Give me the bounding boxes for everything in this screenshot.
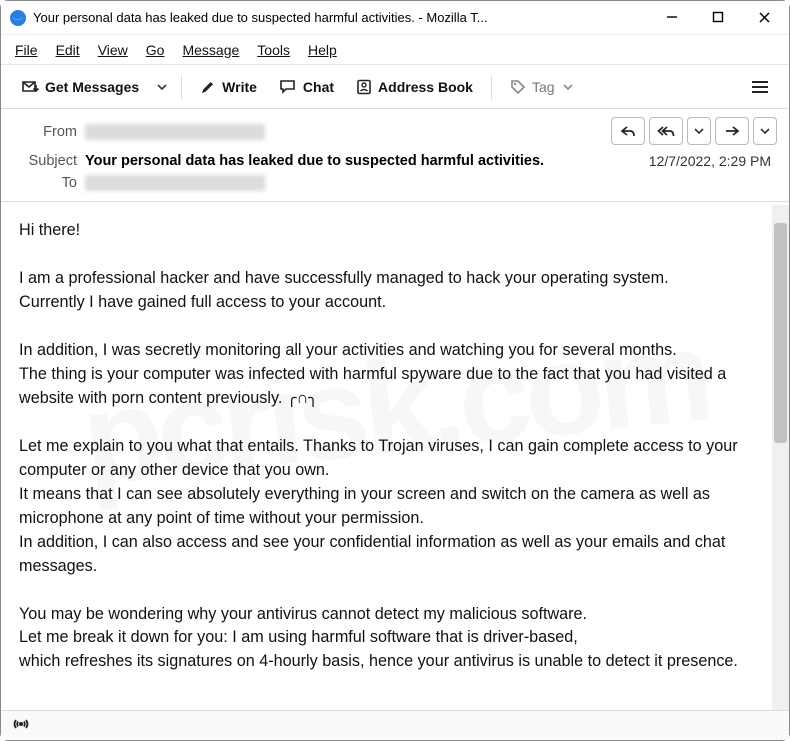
forward-icon bbox=[724, 124, 740, 138]
get-messages-icon bbox=[21, 79, 39, 95]
close-button[interactable] bbox=[741, 1, 787, 33]
menu-go[interactable]: Go bbox=[138, 38, 173, 62]
get-messages-label: Get Messages bbox=[45, 79, 139, 95]
scrollbar[interactable] bbox=[772, 205, 789, 710]
tag-icon bbox=[510, 79, 526, 95]
chevron-down-icon bbox=[563, 82, 573, 92]
from-value bbox=[85, 124, 603, 140]
toolbar: Get Messages Write Chat Address Book Tag bbox=[1, 65, 789, 109]
chat-icon bbox=[279, 79, 297, 95]
window-title: Your personal data has leaked due to sus… bbox=[33, 10, 649, 25]
message-body[interactable]: Hi there! I am a professional hacker and… bbox=[1, 205, 772, 710]
message-actions bbox=[611, 117, 777, 145]
status-bar bbox=[1, 710, 789, 740]
chevron-down-icon bbox=[760, 126, 770, 136]
maximize-button[interactable] bbox=[695, 1, 741, 33]
forward-button[interactable] bbox=[715, 117, 749, 145]
to-value bbox=[85, 175, 603, 191]
menu-tools[interactable]: Tools bbox=[249, 38, 298, 62]
app-menu-button[interactable] bbox=[741, 71, 779, 103]
window-controls bbox=[649, 2, 787, 33]
message-body-area: Hi there! I am a professional hacker and… bbox=[1, 205, 789, 710]
write-label: Write bbox=[222, 79, 257, 95]
window-titlebar: Your personal data has leaked due to sus… bbox=[1, 1, 789, 35]
write-button[interactable]: Write bbox=[190, 75, 267, 99]
redacted-from bbox=[85, 124, 265, 140]
more-actions-caret[interactable] bbox=[753, 117, 777, 145]
chat-label: Chat bbox=[303, 79, 334, 95]
menu-help[interactable]: Help bbox=[300, 38, 345, 62]
address-book-label: Address Book bbox=[378, 79, 473, 95]
chevron-down-icon bbox=[694, 126, 704, 136]
pencil-icon bbox=[200, 79, 216, 95]
reply-all-caret[interactable] bbox=[687, 117, 711, 145]
subject-value: Your personal data has leaked due to sus… bbox=[85, 153, 603, 169]
connection-status-icon[interactable] bbox=[11, 716, 31, 735]
menu-message[interactable]: Message bbox=[174, 38, 247, 62]
message-header: From Subject Your personal data has leak… bbox=[1, 109, 789, 202]
menu-bar: File Edit View Go Message Tools Help bbox=[1, 35, 789, 65]
address-book-button[interactable]: Address Book bbox=[346, 75, 483, 99]
tag-label: Tag bbox=[532, 79, 555, 95]
menu-file[interactable]: File bbox=[7, 38, 46, 62]
thunderbird-logo-icon bbox=[9, 9, 27, 27]
message-date: 12/7/2022, 2:29 PM bbox=[611, 153, 777, 169]
chevron-down-icon bbox=[157, 82, 167, 92]
get-messages-button[interactable]: Get Messages bbox=[11, 75, 149, 99]
tag-button[interactable]: Tag bbox=[500, 75, 583, 99]
toolbar-separator bbox=[181, 75, 182, 99]
minimize-button[interactable] bbox=[649, 1, 695, 33]
hamburger-icon bbox=[751, 80, 769, 94]
to-label: To bbox=[13, 175, 77, 191]
reply-button[interactable] bbox=[611, 117, 645, 145]
reply-all-button[interactable] bbox=[649, 117, 683, 145]
redacted-to bbox=[85, 175, 265, 191]
chat-button[interactable]: Chat bbox=[269, 75, 344, 99]
get-messages-caret[interactable] bbox=[151, 73, 173, 101]
scrollbar-thumb[interactable] bbox=[774, 223, 787, 443]
toolbar-separator-2 bbox=[491, 75, 492, 99]
menu-edit[interactable]: Edit bbox=[48, 38, 88, 62]
address-book-icon bbox=[356, 79, 372, 95]
subject-label: Subject bbox=[13, 153, 77, 169]
from-label: From bbox=[13, 124, 77, 140]
reply-icon bbox=[620, 124, 636, 138]
reply-all-icon bbox=[657, 124, 675, 138]
menu-view[interactable]: View bbox=[90, 38, 136, 62]
